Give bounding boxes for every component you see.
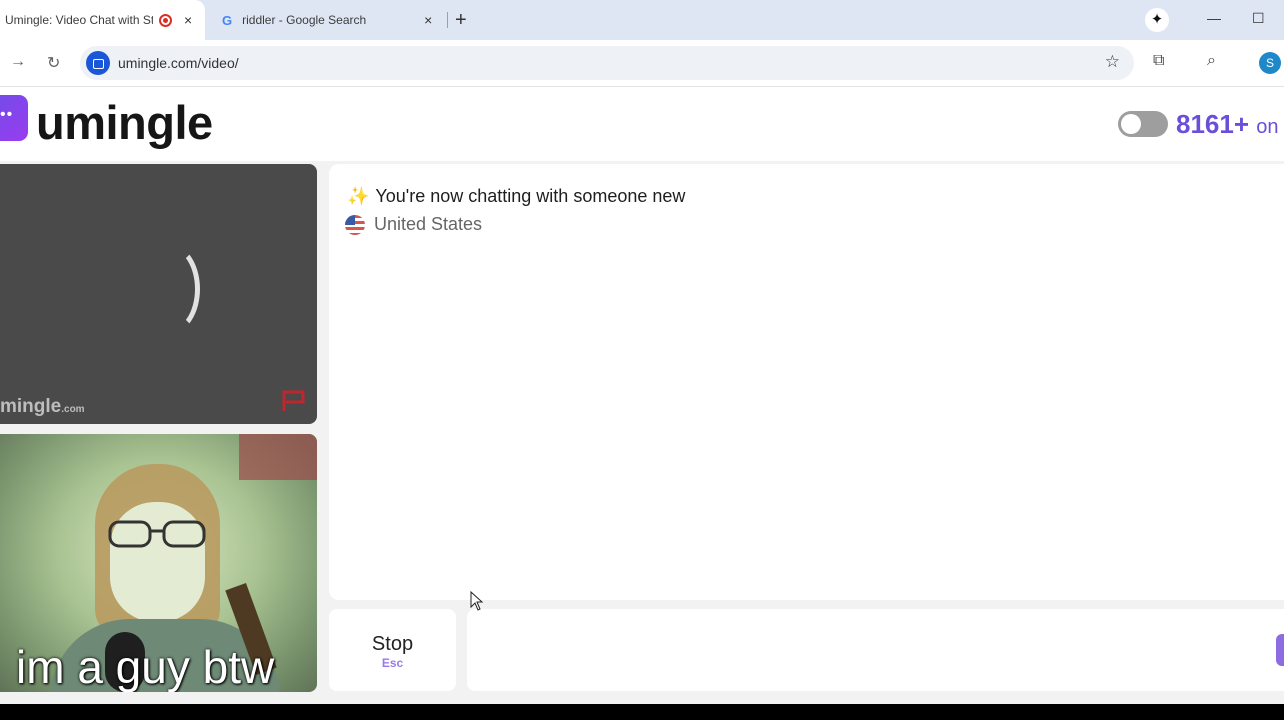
send-button[interactable] xyxy=(1276,634,1284,666)
url-text[interactable]: umingle.com/video/ xyxy=(118,55,239,71)
tab-title: riddler - Google Search xyxy=(242,13,367,27)
glasses-shape xyxy=(108,520,206,548)
stop-shortcut: Esc xyxy=(381,656,404,670)
profile-avatar[interactable]: S xyxy=(1259,52,1281,74)
bookmark-star-icon[interactable]: ☆ xyxy=(1105,52,1120,72)
forward-icon[interactable]: → xyxy=(10,53,26,71)
online-label: on xyxy=(1256,116,1279,138)
wall-poster xyxy=(239,434,317,480)
watermark-text: mingle xyxy=(0,396,62,417)
webcam-caption: im a guy btw xyxy=(16,641,275,692)
reload-icon[interactable]: ↻ xyxy=(47,53,60,73)
tab-google-search[interactable]: G riddler - Google Search × xyxy=(210,0,442,40)
us-flag-icon xyxy=(345,214,365,235)
sparkle-icon[interactable]: ✦ xyxy=(1145,8,1169,32)
google-icon: G xyxy=(222,12,233,28)
watermark-suffix: .com xyxy=(61,404,85,415)
online-toggle[interactable] xyxy=(1118,111,1168,137)
message-input[interactable] xyxy=(467,609,1284,691)
lens-icon[interactable]: ⌕ xyxy=(1207,52,1216,70)
address-bar[interactable]: umingle.com/video/ ☆ xyxy=(80,46,1134,80)
mouse-cursor-icon xyxy=(470,591,484,611)
extensions-icon[interactable]: ⧉ xyxy=(1153,52,1164,70)
umingle-logo-icon[interactable] xyxy=(0,95,28,141)
site-logo[interactable]: umingle xyxy=(36,95,213,150)
close-tab-icon[interactable]: × xyxy=(184,12,192,28)
system-message: ✨ You're now chatting with someone new xyxy=(347,186,685,207)
country-name: United States xyxy=(374,214,483,234)
report-flag-icon[interactable] xyxy=(281,390,307,412)
chat-log: ✨ You're now chatting with someone new Un… xyxy=(329,164,1284,600)
tab-title: Umingle: Video Chat with Str xyxy=(5,13,153,27)
online-count: 8161+ on xyxy=(1176,109,1279,140)
sparkles-icon: ✨ xyxy=(347,186,370,206)
site-video-icon xyxy=(86,51,110,75)
screen-bottom-bar xyxy=(0,704,1284,720)
recording-icon xyxy=(159,13,172,27)
remote-watermark: mingle.com xyxy=(0,396,85,418)
new-tab-button[interactable]: + xyxy=(455,9,467,32)
remote-video: mingle.com xyxy=(0,164,317,424)
partner-country: United States xyxy=(345,214,482,235)
minimize-icon[interactable]: — xyxy=(1207,10,1221,26)
site-header: umingle 8161+ on xyxy=(0,87,1284,161)
stop-label: Stop xyxy=(371,633,414,655)
tab-umingle[interactable]: Umingle: Video Chat with Str × xyxy=(0,0,205,40)
local-webcam-video: im a guy btw xyxy=(0,434,317,692)
tab-separator xyxy=(447,12,448,28)
system-message-text: You're now chatting with someone new xyxy=(375,186,686,206)
browser-toolbar: → ↻ umingle.com/video/ ☆ ⧉ ⌕ xyxy=(0,40,1284,87)
online-number: 8161+ xyxy=(1176,109,1250,139)
close-tab-icon[interactable]: × xyxy=(424,12,432,28)
stop-button[interactable]: Stop Esc xyxy=(329,609,456,691)
maximize-icon[interactable]: ☐ xyxy=(1252,10,1265,27)
browser-tabstrip: Umingle: Video Chat with Str × G riddler… xyxy=(0,0,1284,40)
loading-spinner-icon xyxy=(140,244,200,334)
